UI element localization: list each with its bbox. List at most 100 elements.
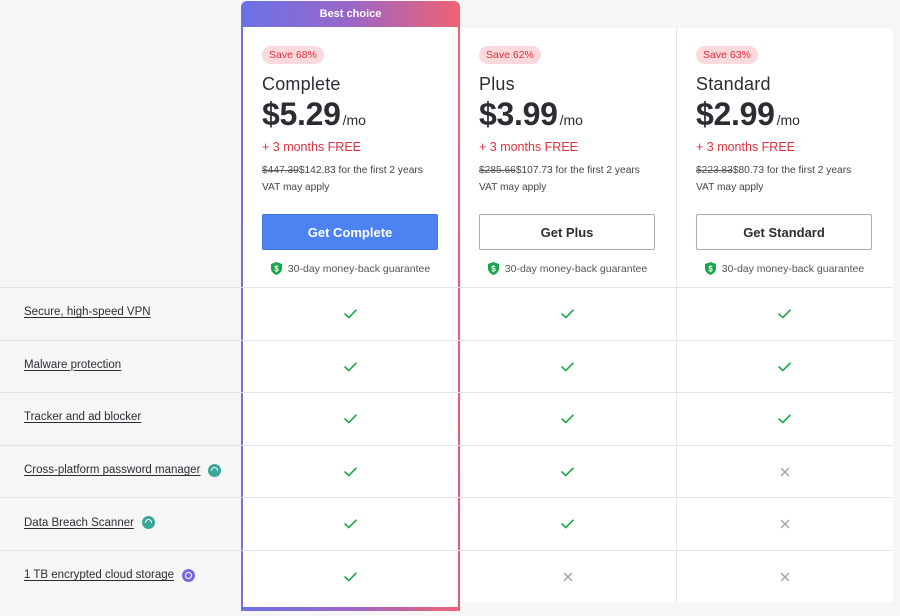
shield-dollar-icon: $ (487, 262, 499, 275)
feature-label[interactable]: Tracker and ad blocker (24, 411, 141, 423)
save-badge: Save 62% (479, 46, 541, 64)
check-icon (344, 572, 357, 582)
plan-name: Plus (479, 74, 515, 94)
feature-cell (676, 288, 893, 340)
svg-text:$: $ (708, 265, 713, 274)
price-period: /mo (342, 112, 366, 128)
get-standard-button[interactable]: Get Standard (696, 214, 872, 250)
plan-price: $5.29 (262, 96, 341, 132)
guarantee-text: 30-day money-back guarantee (287, 262, 431, 275)
feature-cell (676, 341, 893, 393)
check-icon (778, 361, 791, 372)
price-row: $2.99 /mo (696, 96, 800, 133)
plan-name: Complete (262, 74, 341, 94)
feature-row: Malware protection (0, 339, 893, 393)
feature-label-text[interactable]: Tracker and ad blocker (24, 411, 141, 423)
money-back-guarantee: $ 30-day money-back guarantee (242, 262, 459, 275)
plan-standard: Save 63% Standard $2.99 /mo + 3 months F… (676, 28, 893, 287)
feature-label[interactable]: Malware protection (24, 359, 121, 371)
feature-cell (676, 498, 893, 550)
feature-cell (459, 393, 676, 445)
money-back-guarantee: $ 30-day money-back guarantee (459, 262, 676, 275)
pricing-page: Best choice Secure, high-speed VPN Malwar… (0, 0, 900, 616)
feature-label[interactable]: Cross-platform password manager (24, 463, 222, 477)
price-row: $5.29 /mo (262, 96, 366, 133)
shield-dollar-icon: $ (704, 262, 716, 275)
feature-cell (676, 551, 893, 603)
check-icon (344, 467, 357, 477)
plan-plus: Save 62% Plus $3.99 /mo + 3 months FREE … (459, 28, 676, 287)
feature-row: Cross-platform password manager (0, 444, 893, 498)
guarantee-text: 30-day money-back guarantee (721, 262, 865, 275)
cloud-storage-icon (182, 568, 196, 582)
feature-cell (676, 393, 893, 445)
feature-comparison-table: Secure, high-speed VPN Malware protection… (0, 287, 893, 603)
cross-icon (780, 572, 790, 582)
vat-note: VAT may apply (696, 182, 764, 193)
feature-label[interactable]: Secure, high-speed VPN (24, 306, 151, 318)
cross-icon (780, 467, 790, 477)
check-icon (344, 414, 357, 424)
svg-text:$: $ (274, 265, 279, 274)
price-period: /mo (559, 112, 583, 128)
feature-row: Tracker and ad blocker (0, 392, 893, 445)
feature-label[interactable]: Data Breach Scanner (24, 516, 155, 530)
new-price: $142.83 for the first 2 years (298, 165, 423, 176)
billing-info: $285.66$107.73 for the first 2 years (479, 165, 640, 176)
svg-text:$: $ (491, 265, 496, 274)
feature-label-text[interactable]: 1 TB encrypted cloud storage (24, 569, 174, 581)
save-badge: Save 63% (696, 46, 758, 64)
get-plus-button[interactable]: Get Plus (479, 214, 655, 250)
check-icon (561, 519, 574, 529)
best-choice-label: Best choice (319, 8, 382, 20)
get-complete-button[interactable]: Get Complete (262, 214, 438, 250)
feature-cell (459, 288, 676, 340)
feature-cell (242, 341, 459, 393)
password-manager-icon (208, 463, 222, 477)
check-icon (344, 309, 357, 319)
feature-cell (459, 498, 676, 550)
check-icon (344, 361, 357, 372)
save-badge: Save 68% (262, 46, 324, 64)
plan-price: $3.99 (479, 96, 558, 132)
feature-cell (459, 446, 676, 498)
shield-dollar-icon: $ (270, 262, 282, 275)
feature-cell (459, 341, 676, 393)
check-icon (344, 519, 357, 529)
vat-note: VAT may apply (262, 182, 330, 193)
feature-cell (242, 446, 459, 498)
vat-note: VAT may apply (479, 182, 547, 193)
plan-complete: Save 68% Complete $5.29 /mo + 3 months F… (242, 28, 459, 287)
check-icon (778, 309, 791, 319)
feature-cell (242, 498, 459, 550)
feature-cell (459, 551, 676, 603)
new-price: $107.73 for the first 2 years (515, 165, 640, 176)
feature-label-text[interactable]: Cross-platform password manager (24, 464, 200, 476)
check-icon (778, 414, 791, 424)
check-icon (561, 309, 574, 319)
feature-cell (242, 551, 459, 603)
bonus-offer: + 3 months FREE (262, 140, 361, 154)
guarantee-text: 30-day money-back guarantee (504, 262, 648, 275)
money-back-guarantee: $ 30-day money-back guarantee (676, 262, 893, 275)
feature-label[interactable]: 1 TB encrypted cloud storage (24, 568, 196, 582)
feature-row: Secure, high-speed VPN (0, 287, 893, 340)
best-choice-banner: Best choice (241, 1, 460, 27)
bonus-offer: + 3 months FREE (696, 140, 795, 154)
feature-label-text[interactable]: Data Breach Scanner (24, 517, 134, 529)
cross-icon (563, 572, 573, 582)
old-price: $285.66 (479, 165, 516, 176)
billing-info: $447.39$142.83 for the first 2 years (262, 165, 423, 176)
check-icon (561, 414, 574, 424)
feature-label-text[interactable]: Secure, high-speed VPN (24, 306, 151, 318)
feature-cell (676, 446, 893, 498)
best-choice-border-bottom (241, 607, 460, 611)
check-icon (561, 361, 574, 372)
billing-info: $223.83$80.73 for the first 2 years (696, 165, 851, 176)
old-price: $223.83 (696, 165, 733, 176)
feature-cell (242, 393, 459, 445)
new-price: $80.73 for the first 2 years (732, 165, 852, 176)
feature-label-text[interactable]: Malware protection (24, 359, 121, 371)
feature-cell (242, 288, 459, 340)
cross-icon (780, 519, 790, 529)
